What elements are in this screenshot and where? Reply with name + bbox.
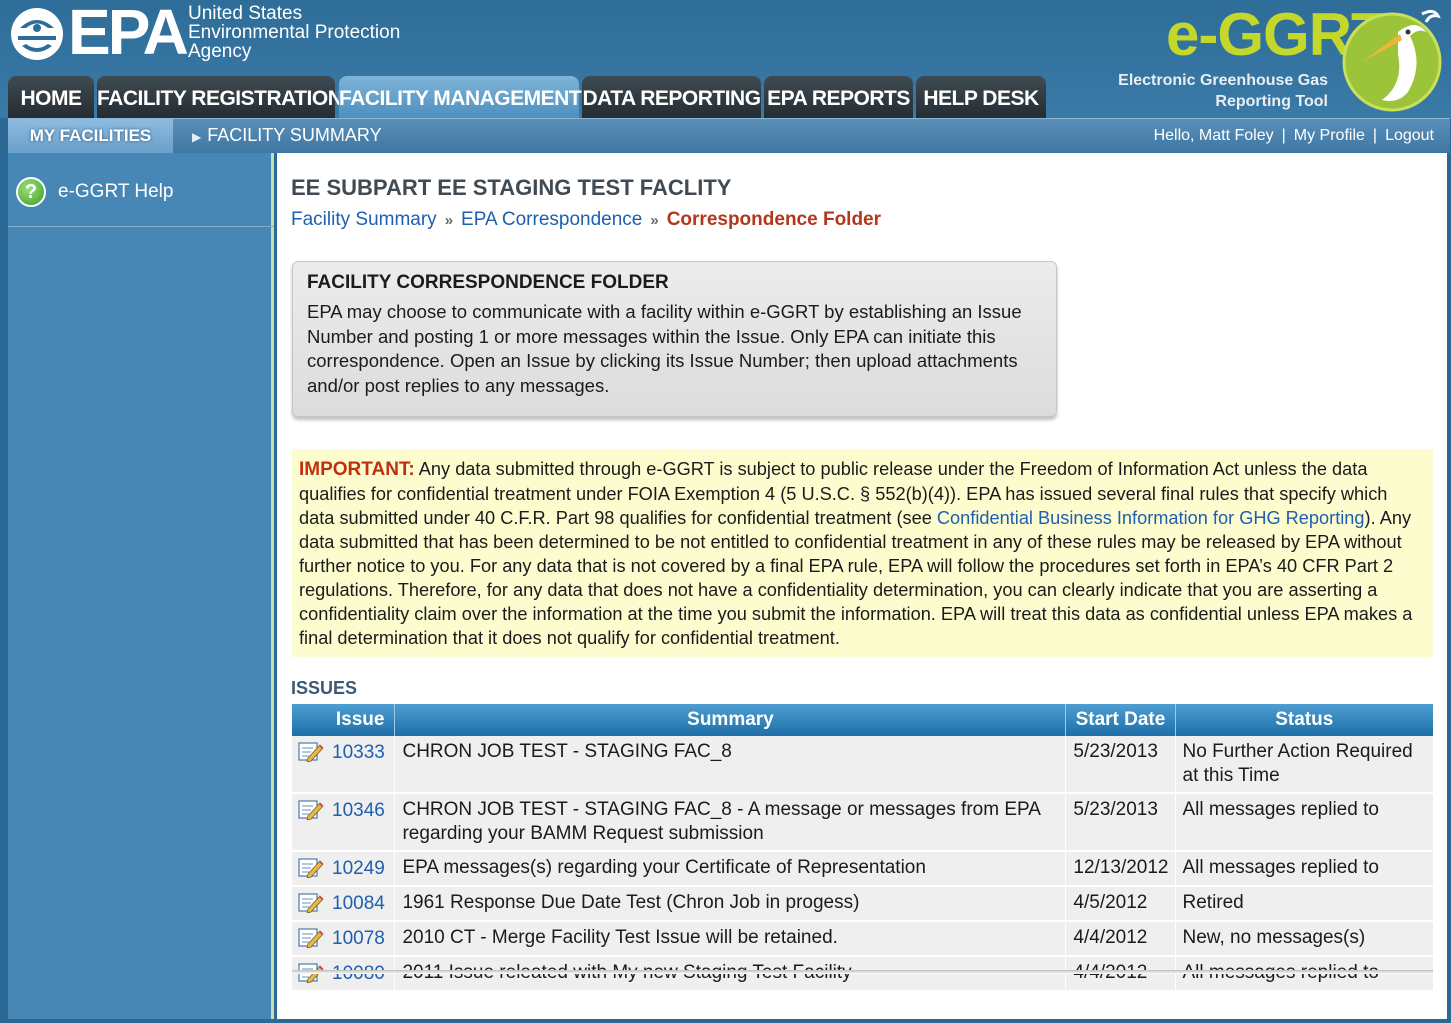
- summary-cell: CHRON JOB TEST - STAGING FAC_8: [394, 736, 1067, 794]
- breadcrumb: Facility Summary » EPA Correspondence » Corr…: [291, 209, 881, 231]
- agency-name: United States Environmental Protection A…: [188, 4, 400, 61]
- edit-issue-icon[interactable]: [298, 856, 324, 879]
- summary-cell: 1961 Response Due Date Test (Chron Job i…: [394, 886, 1067, 922]
- sidebar-item-help[interactable]: ? e-GGRT Help: [8, 171, 274, 227]
- status-cell: All messages replied to: [1175, 851, 1433, 887]
- table-row: 10346 CHRON JOB TEST - STAGING FAC_8 - A …: [292, 793, 1433, 852]
- column-header-status[interactable]: Status: [1175, 704, 1433, 736]
- issue-number-link[interactable]: 10249: [332, 858, 385, 879]
- column-header-start-date[interactable]: Start Date: [1065, 704, 1176, 736]
- start-date-cell: 5/23/2013: [1065, 736, 1176, 794]
- tab-data-reporting[interactable]: DATA REPORTING: [582, 76, 761, 118]
- edit-issue-icon[interactable]: [298, 740, 324, 763]
- help-question-icon: ?: [16, 177, 46, 207]
- folder-info-title: FACILITY CORRESPONDENCE FOLDER: [307, 272, 669, 293]
- breadcrumb-epa-correspondence[interactable]: EPA Correspondence: [461, 209, 642, 230]
- agency-line-3: Agency: [188, 41, 252, 62]
- folder-info-text: EPA may choose to communicate with a fac…: [307, 301, 1022, 396]
- epa-logo[interactable]: EPA United States Environmental Protecti…: [8, 0, 448, 68]
- issues-table: Issue Summary Start Date Status 10333 CHR…: [292, 704, 1433, 992]
- issues-table-body: 10333 CHRON JOB TEST - STAGING FAC_8 5/23/…: [292, 736, 1433, 992]
- status-cell: Retired: [1175, 886, 1433, 922]
- issue-cell: 10084: [292, 886, 396, 922]
- column-header-summary[interactable]: Summary: [394, 704, 1067, 736]
- egg-subtitle-line-2: Reporting Tool: [1215, 93, 1328, 110]
- issue-number-link[interactable]: 10346: [332, 800, 385, 821]
- important-text-2: ). Any data submitted that has been dete…: [299, 508, 1413, 648]
- separator: |: [1372, 127, 1378, 144]
- status-cell: New, no messages(s): [1175, 921, 1433, 957]
- issue-cell: 10078: [292, 921, 396, 957]
- summary-cell: 2010 CT - Merge Facility Test Issue will…: [394, 921, 1067, 957]
- cbi-link[interactable]: Confidential Business Information for GH…: [937, 508, 1365, 528]
- issue-number-link[interactable]: 10333: [332, 742, 385, 763]
- status-cell: No Further Action Required at this Time: [1175, 736, 1433, 794]
- summary-cell: EPA messages(s) regarding your Certifica…: [394, 851, 1067, 887]
- table-row: 10078 2010 CT - Merge Facility Test Issue…: [292, 921, 1433, 957]
- epa-seal-icon: [11, 8, 63, 60]
- edit-issue-icon[interactable]: [298, 926, 324, 949]
- tab-home[interactable]: HOME: [8, 76, 94, 118]
- table-row: 10249 EPA messages(s) regarding your Cert…: [292, 851, 1433, 887]
- tab-help-desk[interactable]: HELP DESK: [916, 76, 1046, 118]
- agency-line-2: Environmental Protection: [188, 22, 401, 43]
- issue-number-link[interactable]: 10078: [332, 928, 385, 949]
- breadcrumb-facility-summary[interactable]: Facility Summary: [291, 209, 437, 230]
- edit-issue-icon[interactable]: [298, 891, 324, 914]
- table-header-row: Issue Summary Start Date Status: [292, 704, 1433, 736]
- start-date-cell: 5/23/2013: [1065, 793, 1176, 852]
- logout-link[interactable]: Logout: [1385, 127, 1434, 144]
- egg-logo[interactable]: e-GGRT Electronic Greenhouse Gas Reporti…: [1100, 0, 1451, 118]
- egg-subtitle: Electronic Greenhouse Gas Reporting Tool: [1110, 70, 1328, 112]
- site-header: EPA United States Environmental Protecti…: [0, 0, 1451, 118]
- sidebar-item-label: e-GGRT Help: [58, 181, 174, 202]
- page-title: EE SUBPART EE STAGING TEST FACLITY: [291, 175, 732, 200]
- important-notice: IMPORTANT: Any data submitted through e-…: [292, 449, 1433, 657]
- tab-facility-management[interactable]: FACILITY MANAGEMENT: [339, 76, 582, 118]
- user-menu: Hello, Matt Foley | My Profile | Logout: [1154, 119, 1434, 152]
- facility-summary-link[interactable]: ▶ FACILITY SUMMARY: [192, 119, 382, 154]
- issue-number-link[interactable]: 10084: [332, 893, 385, 914]
- my-profile-link[interactable]: My Profile: [1294, 127, 1365, 144]
- issue-cell: 10346: [292, 793, 396, 852]
- tab-epa-reports[interactable]: EPA REPORTS: [764, 76, 913, 118]
- my-facilities-link[interactable]: MY FACILITIES: [8, 119, 173, 153]
- table-bottom-shadow: [292, 970, 1433, 974]
- breadcrumb-separator: »: [444, 212, 454, 229]
- separator: |: [1281, 127, 1286, 144]
- start-date-cell: 4/5/2012: [1065, 886, 1176, 922]
- breadcrumb-current: Correspondence Folder: [666, 209, 882, 230]
- issue-cell: 10249: [292, 851, 396, 887]
- sidebar: ? e-GGRT Help: [8, 153, 274, 1019]
- start-date-cell: 12/13/2012: [1065, 851, 1176, 887]
- summary-cell: CHRON JOB TEST - STAGING FAC_8 - A messa…: [394, 793, 1067, 852]
- agency-line-1: United States: [188, 3, 303, 24]
- epa-wordmark: EPA: [68, 0, 189, 68]
- important-label: IMPORTANT:: [299, 459, 415, 480]
- triangle-right-icon: ▶: [192, 130, 202, 144]
- folder-info-box: FACILITY CORRESPONDENCE FOLDER EPA may c…: [292, 261, 1057, 417]
- issues-heading: ISSUES: [291, 678, 358, 698]
- tab-facility-registration[interactable]: FACILITY REGISTRATION: [97, 76, 343, 118]
- egg-subtitle-line-1: Electronic Greenhouse Gas: [1118, 72, 1328, 89]
- breadcrumb-separator: »: [650, 212, 659, 229]
- facility-summary-label: FACILITY SUMMARY: [207, 125, 382, 145]
- table-row: 10084 1961 Response Due Date Test (Chron …: [292, 886, 1433, 922]
- status-cell: All messages replied to: [1175, 793, 1433, 852]
- edit-issue-icon[interactable]: [298, 798, 324, 821]
- user-greeting: Hello, Matt Foley: [1153, 127, 1274, 144]
- main-content: EE SUBPART EE STAGING TEST FACLITY Facil…: [277, 153, 1447, 1019]
- column-header-issue[interactable]: Issue: [292, 704, 396, 736]
- start-date-cell: 4/4/2012: [1065, 921, 1176, 957]
- sub-nav: MY FACILITIES ▶ FACILITY SUMMARY Hello, M…: [8, 118, 1450, 153]
- egg-bird-icon: [1342, 9, 1442, 112]
- table-row: 10333 CHRON JOB TEST - STAGING FAC_8 5/23/…: [292, 736, 1433, 794]
- issue-cell: 10333: [292, 736, 396, 794]
